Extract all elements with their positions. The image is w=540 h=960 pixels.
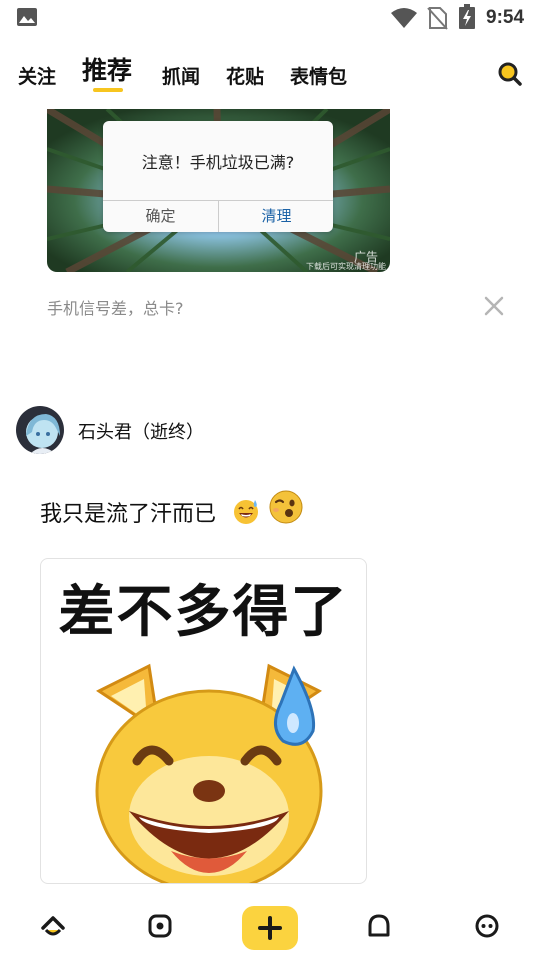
plus-icon	[258, 916, 282, 940]
ad-note: 下载后可实现清理功能	[306, 262, 386, 271]
tab-news[interactable]: 抓闻	[162, 62, 200, 89]
tab-follow[interactable]: 关注	[18, 62, 56, 89]
sweat-smile-emoji-icon	[234, 500, 258, 524]
ad-banner[interactable]: 注意！手机垃圾已满? 确定 清理 广告 下载后可实现清理功能	[47, 109, 390, 272]
ad-caption[interactable]: 手机信号差，总卡?	[47, 295, 184, 319]
ad-clean-button[interactable]: 清理	[219, 201, 334, 232]
tab-posts[interactable]: 花贴	[226, 62, 264, 89]
wink-emoji-icon	[269, 490, 303, 524]
meme-caption: 差不多得了	[58, 580, 349, 645]
meme-image[interactable]: 差不多得了	[40, 558, 367, 884]
search-icon[interactable]	[496, 60, 524, 88]
bell-icon	[368, 914, 390, 937]
nav-home[interactable]	[35, 908, 71, 944]
post-text: 我只是流了汗而已	[40, 502, 217, 527]
nav-profile[interactable]	[469, 908, 505, 944]
battery-charging-icon	[459, 4, 475, 29]
active-tab-indicator	[93, 88, 123, 92]
status-bar: 9:54	[0, 0, 540, 36]
photo-icon	[17, 8, 37, 26]
sim-blocked-icon	[427, 7, 448, 30]
ad-fake-dialog: 注意！手机垃圾已满? 确定 清理	[103, 121, 333, 232]
ad-confirm-button[interactable]: 确定	[103, 201, 218, 232]
status-time: 9:54	[486, 7, 525, 28]
discover-icon	[148, 914, 172, 938]
username[interactable]: 石头君（逝终）	[78, 418, 204, 444]
avatar[interactable]	[16, 406, 64, 454]
dog-face-sweat-icon	[95, 663, 323, 883]
profile-face-icon	[475, 914, 499, 938]
home-icon	[41, 916, 65, 936]
nav-discover[interactable]	[142, 908, 178, 944]
close-icon[interactable]	[482, 294, 506, 318]
top-tab-bar: 关注 推荐 抓闻 花贴 表情包	[0, 44, 540, 100]
wifi-icon	[391, 8, 417, 28]
bottom-navigation	[0, 896, 540, 960]
post-button[interactable]	[242, 906, 298, 950]
nav-messages[interactable]	[361, 908, 397, 944]
ad-dialog-message: 注意！手机垃圾已满?	[141, 153, 295, 172]
avatar-image	[16, 406, 64, 454]
tab-recommend[interactable]: 推荐	[82, 51, 132, 87]
tab-stickers[interactable]: 表情包	[290, 62, 347, 89]
